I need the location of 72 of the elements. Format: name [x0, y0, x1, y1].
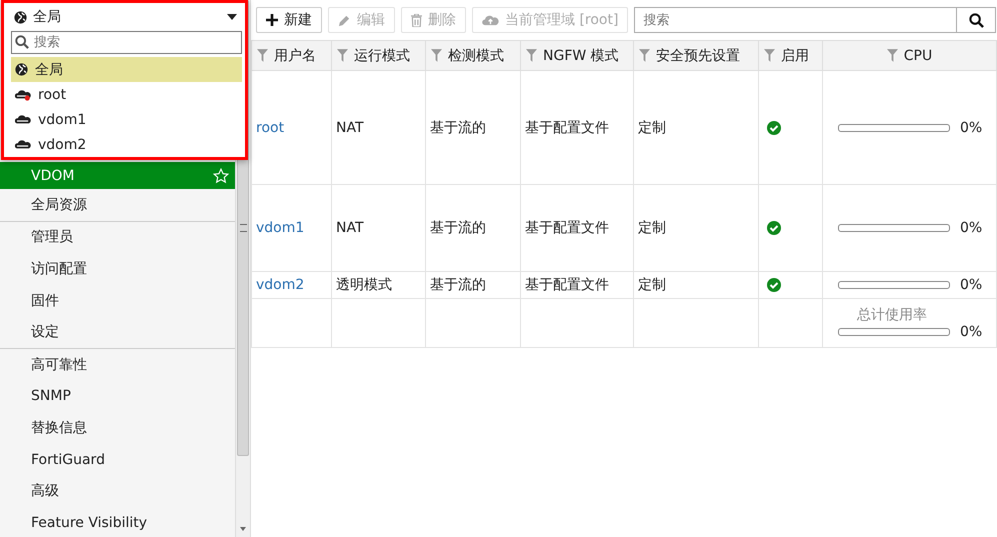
search-icon: [968, 12, 984, 28]
dropdown-option[interactable]: vdom1: [11, 107, 242, 132]
globe-icon: [14, 10, 27, 24]
table-cell[interactable]: vdom2: [252, 272, 332, 298]
cloud-upload-icon: [482, 14, 499, 26]
cpu-reading: 0%: [960, 120, 982, 136]
column-header[interactable]: 检测模式: [426, 41, 520, 70]
dropdown-value: 全局: [33, 8, 62, 26]
table-cell: 基于配置文件: [520, 70, 634, 184]
sidebar-item[interactable]: 访问配置: [0, 253, 235, 285]
cloud-alert-icon: [15, 88, 31, 100]
table-cell: 基于流的: [426, 272, 520, 298]
sidebar-item[interactable]: 设定: [0, 316, 235, 348]
table-cell: 基于流的: [426, 70, 520, 184]
cloud-icon: [15, 114, 31, 126]
column-header[interactable]: CPU: [822, 41, 996, 70]
column-header[interactable]: 安全预先设置: [634, 41, 758, 70]
table-cell: 定制: [634, 70, 758, 184]
sidebar-item[interactable]: 全局资源: [0, 189, 235, 221]
table-cell: 基于流的: [426, 184, 520, 272]
filter-icon[interactable]: [886, 49, 898, 62]
sidebar-item[interactable]: Feature Visibility: [0, 506, 235, 537]
dropdown-option[interactable]: root: [11, 82, 242, 107]
trash-icon: [411, 14, 422, 26]
caret-icon[interactable]: [227, 14, 237, 20]
sidebar-item[interactable]: FortiGuard: [0, 444, 235, 476]
filter-icon[interactable]: [526, 49, 537, 62]
sidebar-item[interactable]: 替换信息: [0, 412, 235, 444]
total-usage-label: 总计使用率: [856, 306, 928, 324]
search-icon: [15, 35, 29, 49]
table-cell: 基于配置文件: [520, 272, 634, 298]
filter-icon[interactable]: [257, 49, 268, 62]
search-field[interactable]: 搜索: [634, 7, 957, 33]
cpu-reading: 0%: [960, 277, 982, 293]
filter-icon[interactable]: [431, 49, 442, 62]
pencil-icon: [338, 14, 351, 26]
globe-icon: [15, 63, 28, 76]
dropdown-option[interactable]: vdom2: [11, 132, 242, 157]
sidebar-item[interactable]: 管理员: [0, 222, 235, 254]
vdom-link[interactable]: root: [256, 120, 284, 136]
vdom-link[interactable]: vdom1: [256, 220, 304, 236]
filter-icon[interactable]: [764, 49, 775, 62]
table-cell: 定制: [634, 272, 758, 298]
table-cell: NAT: [332, 70, 426, 184]
table-cell[interactable]: vdom1: [252, 184, 332, 272]
dropdown-option[interactable]: 全局: [11, 57, 242, 82]
sidebar-item[interactable]: 固件: [0, 284, 235, 316]
table-cell[interactable]: root: [252, 70, 332, 184]
table-cell: 定制: [634, 184, 758, 272]
cpu-reading: 0%: [960, 324, 982, 340]
plus-icon: [266, 14, 278, 26]
table-cell: NAT: [332, 184, 426, 272]
search-button[interactable]: [957, 7, 996, 33]
filter-icon[interactable]: [337, 49, 348, 62]
vdom-link[interactable]: vdom2: [256, 277, 304, 293]
sidebar-item[interactable]: 高级: [0, 475, 235, 507]
sidebar-item[interactable]: SNMP: [0, 380, 235, 412]
column-header[interactable]: 用户名: [252, 41, 332, 70]
search-field[interactable]: 搜索: [11, 31, 242, 54]
sidebar-item[interactable]: VDOM: [0, 162, 235, 189]
cloud-icon: [15, 138, 31, 150]
scope-dropdown[interactable]: 全局 搜索 全局 root vdom1 vdom2: [1, 0, 248, 160]
table-cell: 透明模式: [332, 272, 426, 298]
star-icon[interactable]: [213, 168, 229, 184]
column-header[interactable]: 启用: [758, 41, 822, 70]
table-cell: 基于配置文件: [520, 184, 634, 272]
cpu-reading: 0%: [960, 220, 982, 236]
toolbar-button[interactable]: 新建: [256, 7, 322, 33]
column-header[interactable]: 运行模式: [332, 41, 426, 70]
sidebar-item[interactable]: 高可靠性: [0, 348, 235, 381]
column-header[interactable]: NGFW 模式: [520, 41, 634, 70]
filter-icon[interactable]: [639, 49, 650, 62]
